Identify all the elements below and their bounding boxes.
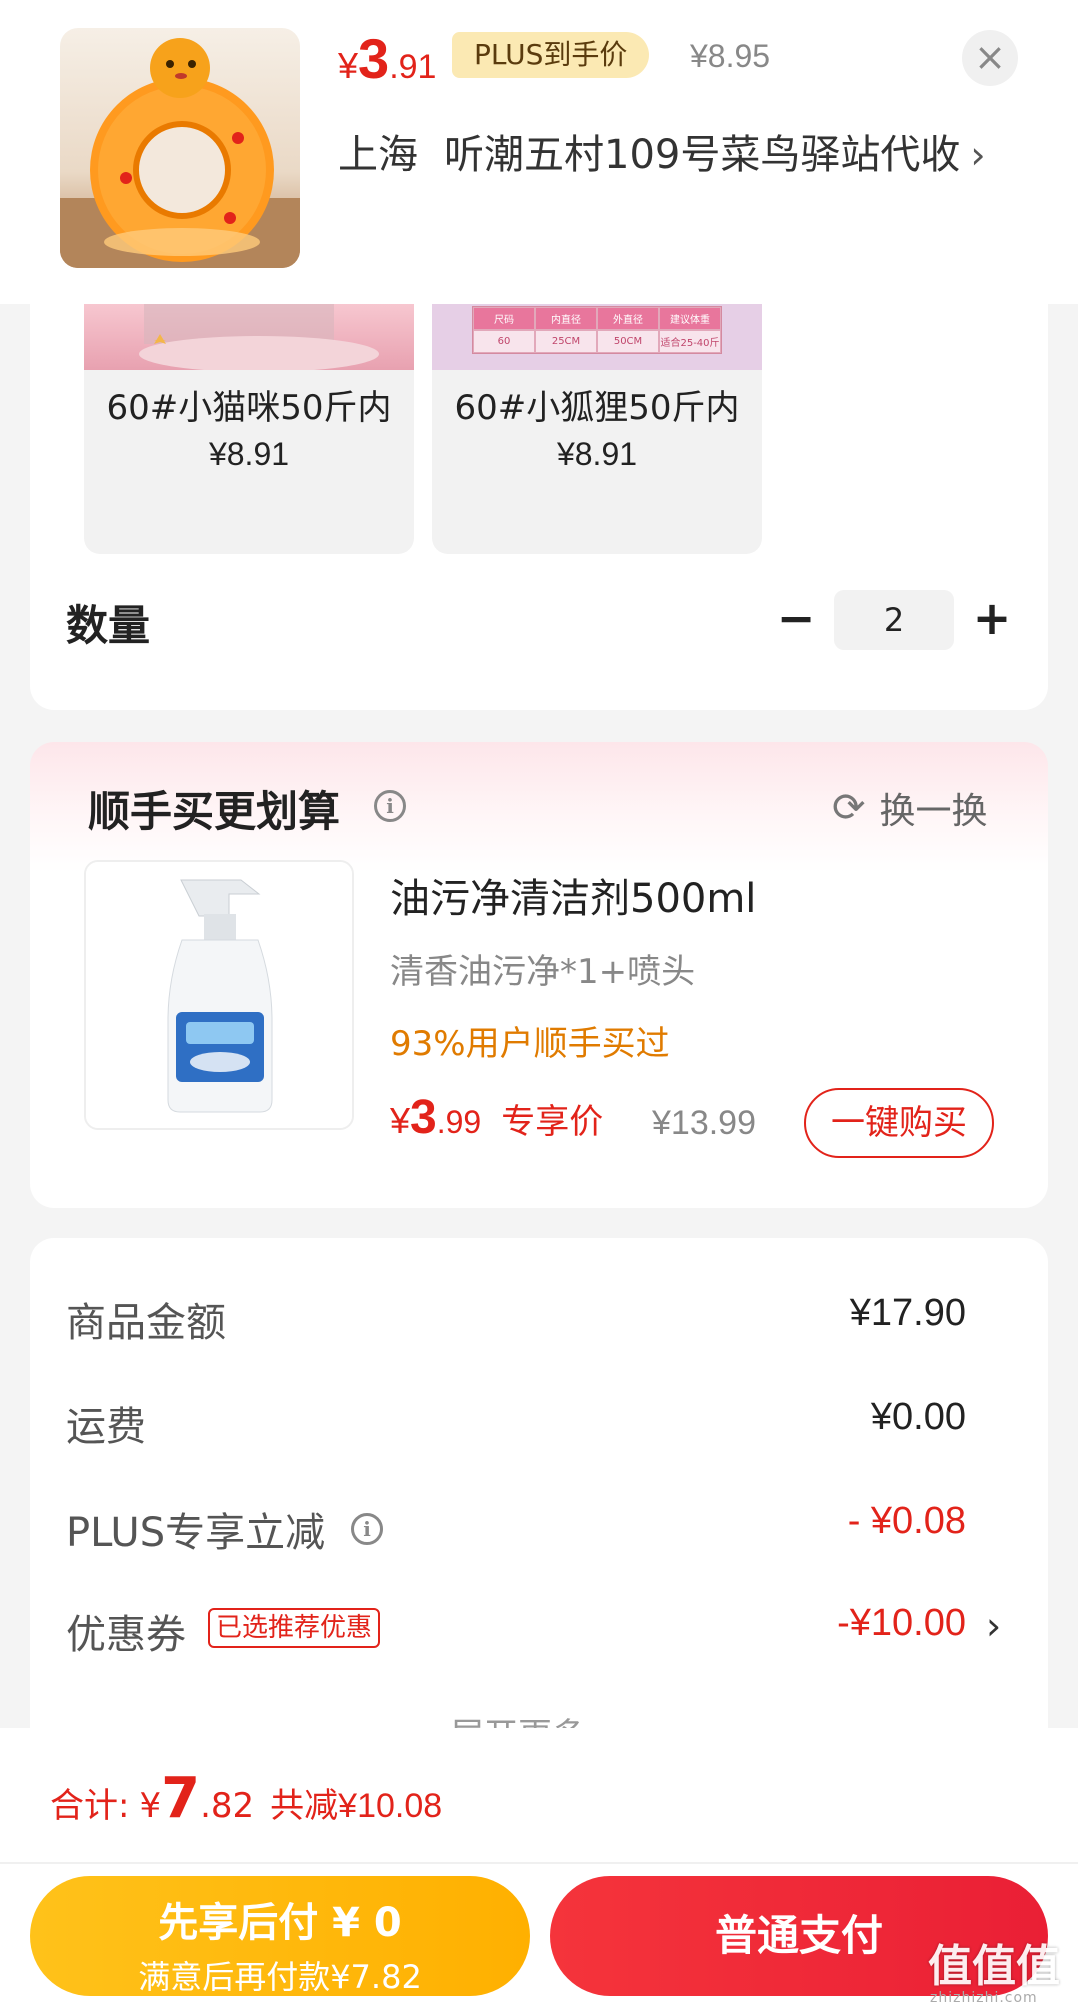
price-integer: 3: [410, 1091, 437, 1144]
refresh-icon: ⟳: [832, 785, 866, 831]
address-detail: 听潮五村109号菜鸟驿站代收: [444, 132, 961, 178]
refresh-button[interactable]: ⟳ 换一换: [832, 782, 988, 834]
size-table-cell: 60: [473, 330, 535, 353]
size-table-cell: 50CM: [597, 330, 659, 353]
exclusive-price-tag: 专享价: [501, 1103, 604, 1141]
quantity-decrease-button[interactable]: −: [776, 588, 816, 648]
spec-option-image: 尺码 内直径 外直径 建议体重 60 25CM 50CM 适合25-40斤: [432, 304, 762, 370]
pay-later-main-label: 先享后付 ¥ 0: [158, 1900, 402, 1946]
close-button[interactable]: ×: [962, 30, 1018, 86]
goods-amount-value: ¥17.90: [849, 1292, 966, 1334]
addon-original-price: ¥13.99: [652, 1104, 756, 1142]
addon-product-name[interactable]: 油污净清洁剂500ml: [390, 866, 756, 924]
price-symbol: ¥: [390, 1100, 411, 1141]
swim-ring-image-icon: [60, 38, 300, 268]
spec-option-price: ¥8.91: [556, 436, 638, 472]
chevron-right-icon[interactable]: ›: [986, 1604, 1001, 1648]
divider: [0, 1862, 1078, 1864]
info-icon[interactable]: i: [351, 1513, 384, 1545]
coupon-value[interactable]: -¥10.00: [837, 1602, 966, 1645]
plus-price-badge: PLUS到手价: [452, 32, 650, 78]
plus-discount-label: PLUS专享立减 i: [66, 1500, 384, 1558]
addon-social-proof: 93%用户顺手买过: [390, 1024, 670, 1064]
delivery-address[interactable]: 上海 听潮五村109号菜鸟驿站代收 ›: [338, 122, 986, 180]
spec-option-fox[interactable]: 尺码 内直径 外直径 建议体重 60 25CM 50CM 适合25-40斤 60…: [432, 304, 762, 554]
shipping-label: 运费: [66, 1404, 146, 1450]
product-image-icon: [139, 304, 379, 372]
total-label: 合计:: [50, 1786, 130, 1826]
shipping-value: ¥0.00: [870, 1396, 966, 1438]
one-click-buy-button[interactable]: 一键购买: [804, 1088, 994, 1158]
size-table-cell: 25CM: [535, 330, 597, 353]
addon-price: ¥ 3 .99 专享价: [390, 1090, 603, 1145]
quantity-label: 数量: [66, 601, 151, 650]
product-thumbnail[interactable]: [60, 28, 300, 268]
order-total: 合计: ¥ 7 .82 共减¥10.08: [50, 1766, 442, 1831]
product-header: ¥ 3 .91 PLUS到手价 ¥8.95 × 上海 听潮五村109号菜鸟驿站代收…: [0, 0, 1078, 304]
size-table: 尺码 内直径 外直径 建议体重 60 25CM 50CM 适合25-40斤: [472, 306, 722, 354]
price-decimal: .99: [436, 1104, 482, 1140]
size-table-header: 尺码: [473, 307, 535, 330]
plus-discount-text: PLUS专享立减: [66, 1510, 326, 1556]
watermark-logo: 值值值: [928, 1941, 1060, 1992]
total-saved: 共减¥10.08: [270, 1787, 443, 1825]
spec-option-name: 60#小狐狸50斤内: [454, 388, 740, 428]
address-city: 上海: [338, 132, 418, 178]
pay-later-sub-label: 满意后再付款¥7.82: [138, 1958, 422, 1996]
price-decimal: .91: [389, 48, 437, 86]
addon-product-image[interactable]: [84, 860, 354, 1130]
close-icon: ×: [974, 35, 1006, 79]
total-decimal: .82: [200, 1786, 255, 1826]
info-icon[interactable]: i: [374, 790, 406, 822]
total-symbol: ¥: [139, 1786, 162, 1826]
refresh-label: 换一换: [879, 791, 988, 832]
quantity-input[interactable]: 2: [834, 590, 954, 650]
total-integer: 7: [161, 1766, 201, 1831]
size-table-cell: 适合25-40斤: [659, 330, 721, 353]
pay-later-button[interactable]: 先享后付 ¥ 0 满意后再付款¥7.82: [30, 1876, 530, 1996]
coupon-label: 优惠券: [66, 1612, 186, 1658]
addon-product-variant: 清香油污净*1+喷头: [390, 952, 696, 992]
quantity-increase-button[interactable]: +: [972, 588, 1012, 648]
size-table-header: 内直径: [535, 307, 597, 330]
spec-option-image: [84, 304, 414, 372]
spec-option-kitten[interactable]: 60#小猫咪50斤内 ¥8.91: [84, 304, 414, 554]
plus-price: ¥ 3 .91: [338, 26, 437, 90]
size-table-header: 建议体重: [659, 307, 721, 330]
goods-amount-label: 商品金额: [66, 1300, 226, 1346]
coupon-badge: 已选推荐优惠: [208, 1608, 381, 1648]
plus-discount-value: - ¥0.08: [847, 1500, 966, 1542]
original-price: ¥8.95: [690, 38, 771, 74]
spec-option-name: 60#小猫咪50斤内: [106, 388, 392, 428]
watermark-url: zhizhizhi.com: [930, 1990, 1038, 2006]
spray-bottle-icon: [86, 862, 352, 1128]
size-table-header: 外直径: [597, 307, 659, 330]
price-symbol: ¥: [338, 45, 359, 86]
spec-option-price: ¥8.91: [208, 436, 290, 472]
addon-title: 顺手买更划算: [88, 787, 341, 836]
chevron-right-icon: ›: [970, 133, 986, 177]
price-integer: 3: [358, 27, 390, 90]
